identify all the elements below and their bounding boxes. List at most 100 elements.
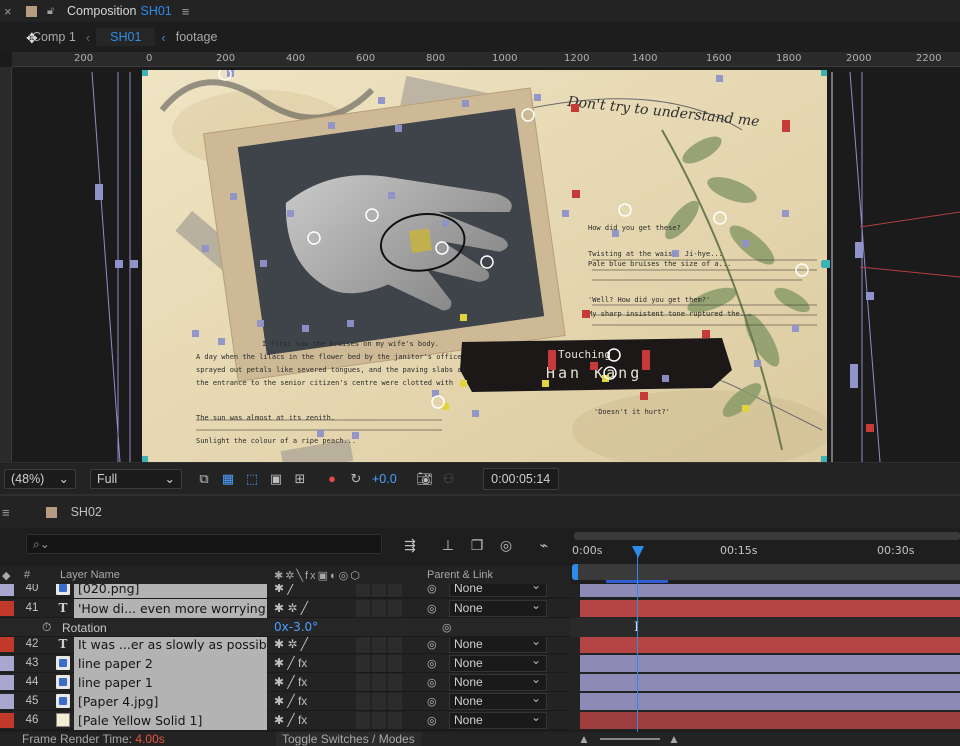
label-color-swatch[interactable]: [0, 601, 14, 616]
time-navigator[interactable]: [574, 532, 960, 540]
label-color-swatch[interactable]: [0, 675, 14, 690]
rgb-channels-icon[interactable]: ●: [322, 469, 342, 489]
chevron-left-icon: ‹: [161, 29, 166, 45]
layer-mode-switches[interactable]: [356, 712, 416, 729]
resolution-dropdown[interactable]: Full ⌄: [90, 468, 182, 489]
column-number[interactable]: #: [24, 569, 30, 581]
time-ruler[interactable]: 0:00s 00:15s 00:30s: [570, 528, 960, 584]
layer-row[interactable]: 42 T It was ...er as slowly as possible. ✱ …: [0, 634, 960, 654]
parent-dropdown[interactable]: None: [449, 691, 547, 710]
playhead-handle[interactable]: [632, 546, 644, 558]
frame-blending-icon[interactable]: ❐: [467, 536, 487, 554]
magnification-dropdown[interactable]: (48%) ⌄: [4, 468, 76, 489]
rotation-value[interactable]: 0x-3.0°: [274, 620, 318, 634]
layer-mode-switches[interactable]: [356, 584, 416, 597]
draft-3d-icon[interactable]: ⊥: [438, 536, 458, 554]
layer-switches[interactable]: ✱ ✲ ╱: [274, 601, 352, 616]
column-layer-name[interactable]: Layer Name: [60, 569, 120, 581]
frame-render-time: Frame Render Time: 4.00s: [22, 732, 165, 746]
lock-icon[interactable]: 🔓︎: [47, 5, 61, 18]
layer-switches[interactable]: ✱ ╱ fx: [274, 656, 352, 671]
layer-switches[interactable]: ✱ ✲ ╱: [274, 637, 352, 652]
composition-viewer[interactable]: 200 0 200 400 600 800 1000 1200 1400 160…: [0, 52, 960, 462]
parent-dropdown[interactable]: None: [449, 584, 547, 597]
show-snapshot-icon[interactable]: ⚇: [439, 469, 459, 489]
layer-name[interactable]: line paper 1: [74, 673, 267, 692]
parent-dropdown[interactable]: None: [449, 710, 547, 729]
layer-mode-switches[interactable]: [356, 674, 416, 691]
layer-row[interactable]: 46 [Pale Yellow Solid 1] ✱ ╱ fx ◎ None: [0, 710, 960, 730]
footage-layer-icon: [56, 694, 70, 708]
layer-mode-switches[interactable]: [356, 693, 416, 710]
layer-switches[interactable]: ✱ ╱: [274, 584, 352, 596]
pick-whip-icon[interactable]: ◎: [427, 638, 437, 651]
parent-dropdown[interactable]: None: [449, 598, 547, 617]
reset-exposure-icon[interactable]: ↻: [346, 469, 366, 489]
layer-switches[interactable]: ✱ ╱ fx: [274, 713, 352, 728]
guides-grid-icon[interactable]: ⊞: [290, 469, 310, 489]
layer-name[interactable]: [Paper 4.jpg]: [74, 692, 267, 711]
layer-switches[interactable]: ✱ ╱ fx: [274, 694, 352, 709]
layer-row[interactable]: 43 line paper 2 ✱ ╱ fx ◎ None: [0, 653, 960, 673]
layer-row-controls: 42 T It was ...er as slowly as possible. ✱ …: [0, 634, 570, 654]
layer-search-input[interactable]: ⌕⌄: [26, 534, 382, 554]
camera-snapshot-icon[interactable]: 📷︎: [415, 469, 435, 489]
zoom-slider[interactable]: [600, 738, 660, 740]
zoom-out-icon[interactable]: ▲: [578, 732, 590, 746]
layer-row[interactable]: 41 T 'How di... even more worrying.' ✱ ✲ ╱ ◎…: [0, 598, 960, 618]
label-column-icon[interactable]: ◆: [2, 569, 10, 582]
layer-mode-switches[interactable]: [356, 655, 416, 672]
stopwatch-icon[interactable]: ⏱︎: [42, 620, 51, 635]
fast-previews-icon[interactable]: ⧉: [194, 469, 214, 489]
layer-name[interactable]: 'How di... even more worrying.': [74, 599, 267, 618]
layer-mode-switches[interactable]: [356, 636, 416, 653]
region-of-interest-icon[interactable]: ▣: [266, 469, 286, 489]
pick-whip-icon[interactable]: ◎: [427, 714, 437, 727]
layer-switches[interactable]: ✱ ╱ fx: [274, 675, 352, 690]
parent-dropdown[interactable]: None: [449, 653, 547, 672]
layer-name[interactable]: [Pale Yellow Solid 1]: [74, 711, 267, 730]
label-color-swatch[interactable]: [0, 713, 14, 728]
work-area-bar[interactable]: [576, 564, 960, 580]
pick-whip-icon[interactable]: ◎: [427, 584, 437, 595]
composition-flowchart-icon[interactable]: ⇶: [400, 536, 420, 554]
rotation-property-row[interactable]: ⏱︎Rotation0x-3.0°◎I: [0, 618, 960, 637]
zoom-in-icon[interactable]: ▲: [668, 732, 680, 746]
layer-mode-switches[interactable]: [356, 600, 416, 617]
close-panel-icon[interactable]: ×: [4, 4, 20, 19]
transparency-grid-icon[interactable]: ▦: [218, 469, 238, 489]
current-time-display[interactable]: 0:00:05:14: [482, 467, 559, 490]
pick-whip-icon[interactable]: ◎: [427, 676, 437, 689]
timeline-tab-sh02[interactable]: SH02: [71, 505, 102, 519]
crumb-footage[interactable]: footage: [172, 30, 222, 44]
expression-pick-whip-icon[interactable]: ◎: [442, 621, 452, 634]
layer-row[interactable]: 45 [Paper 4.jpg] ✱ ╱ fx ◎ None: [0, 691, 960, 711]
parent-dropdown[interactable]: None: [449, 672, 547, 691]
layer-number: 41: [25, 602, 39, 614]
panel-menu-icon[interactable]: ≡: [2, 505, 10, 520]
layer-name[interactable]: [020.png]: [74, 584, 267, 598]
label-color-swatch[interactable]: [0, 656, 14, 671]
exposure-value[interactable]: +0.0: [372, 472, 397, 486]
layer-row[interactable]: 44 line paper 1 ✱ ╱ fx ◎ None: [0, 672, 960, 692]
motion-blur-icon[interactable]: ◎: [496, 536, 516, 554]
comp-breadcrumb: Comp 1 ‹ SH01 ‹ footage: [0, 22, 960, 52]
panel-menu-icon[interactable]: ≡: [182, 4, 190, 19]
crumb-sh01[interactable]: SH01: [96, 28, 156, 46]
pick-whip-icon[interactable]: ◎: [427, 695, 437, 708]
label-color-swatch[interactable]: [0, 637, 14, 652]
toggle-switches-modes-button[interactable]: Toggle Switches / Modes: [276, 732, 421, 746]
label-color-swatch[interactable]: [0, 584, 14, 596]
playhead-line[interactable]: [637, 556, 638, 732]
layer-name[interactable]: It was ...er as slowly as possible.: [74, 635, 267, 654]
mask-visibility-icon[interactable]: ⬚: [242, 469, 262, 489]
pick-whip-icon[interactable]: ◎: [427, 657, 437, 670]
work-area-start-handle[interactable]: [572, 564, 578, 580]
pick-whip-icon[interactable]: ◎: [427, 602, 437, 615]
column-parent-link[interactable]: Parent & Link: [427, 569, 493, 581]
graph-editor-icon[interactable]: ⌁: [534, 536, 554, 554]
parent-dropdown[interactable]: None: [449, 634, 547, 653]
layer-row[interactable]: 40 [020.png] ✱ ╱ ◎ None: [0, 584, 960, 598]
layer-name[interactable]: line paper 2: [74, 654, 267, 673]
label-color-swatch[interactable]: [0, 694, 14, 709]
